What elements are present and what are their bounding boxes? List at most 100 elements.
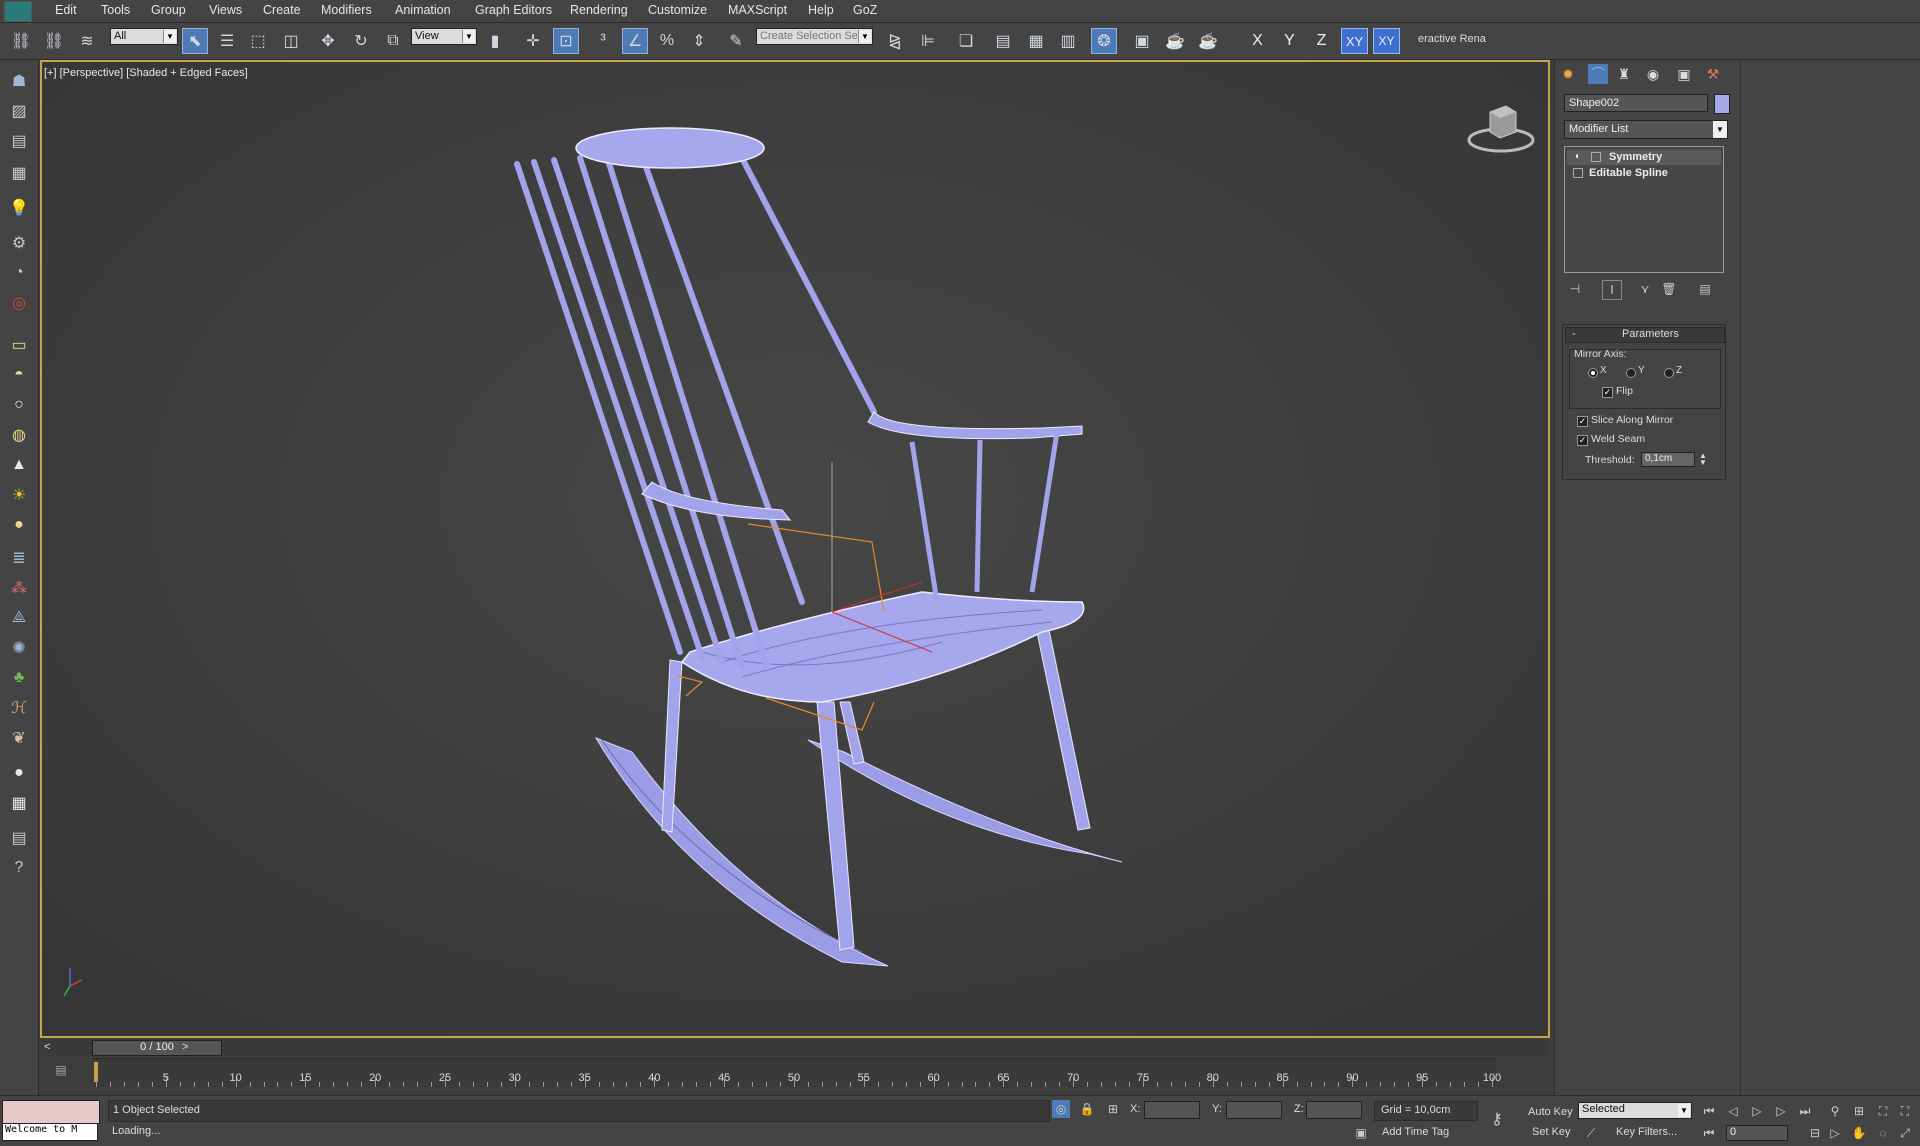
particles-icon[interactable]: ⁂ — [6, 575, 32, 601]
light-bulb-icon[interactable]: ◐ — [1575, 151, 1581, 162]
layer-manager-icon[interactable]: ❏ — [953, 28, 979, 54]
expand-toggle[interactable] — [1591, 152, 1601, 162]
go-to-start-icon[interactable]: ⏮ — [1700, 1102, 1718, 1120]
restrict-x-button[interactable]: X — [1244, 28, 1271, 54]
orbit-icon[interactable]: ◌ — [1874, 1124, 1892, 1142]
menu-customize[interactable]: Customize — [648, 3, 707, 17]
curve-editor-icon[interactable]: ▤ — [990, 28, 1016, 54]
set-key-icon[interactable]: ⟋ — [1582, 1124, 1600, 1142]
current-frame-field[interactable]: 0 — [1726, 1125, 1788, 1141]
menu-goz[interactable]: GoZ — [853, 3, 877, 17]
unlink-icon[interactable]: ⛓ — [41, 28, 67, 54]
rendered-frame-window-icon[interactable]: ▣ — [1129, 28, 1155, 54]
help-icon[interactable]: ? — [6, 855, 32, 881]
remove-modifier-icon[interactable]: 🗑 — [1660, 280, 1678, 298]
zoom-icon[interactable]: ⚲ — [1826, 1102, 1844, 1120]
scale-icon[interactable]: ⧉ — [380, 28, 406, 54]
link-icon[interactable]: ⛓ — [8, 28, 34, 54]
select-object-icon[interactable]: ⬉ — [182, 28, 208, 54]
previous-frame-icon[interactable]: ◁ — [1724, 1102, 1742, 1120]
menu-rendering[interactable]: Rendering — [570, 3, 628, 17]
threshold-input[interactable]: 0,1cm — [1641, 452, 1695, 467]
named-selection-sets-dropdown[interactable]: Create Selection Se ▼ — [756, 28, 873, 45]
pivot-center-icon[interactable]: ▮ — [482, 28, 508, 54]
light-bulb-icon[interactable]: 💡 — [6, 195, 32, 221]
time-slider-prev[interactable]: < — [44, 1041, 50, 1053]
pin-stack-icon[interactable]: ⊣ — [1566, 280, 1584, 298]
chair-model[interactable] — [42, 62, 1548, 1036]
helper-icon[interactable]: ◔ — [6, 260, 32, 286]
sun-icon[interactable]: ☀ — [6, 482, 32, 508]
edit-named-selection-icon[interactable]: ✎ — [723, 28, 749, 54]
selection-filter-dropdown[interactable]: All ▼ — [110, 28, 178, 45]
configure-modifier-sets-icon[interactable]: ▤ — [1696, 280, 1714, 298]
zoom-extents-icon[interactable]: ⛶ — [1874, 1102, 1892, 1120]
bones-icon[interactable]: ⟁ — [6, 605, 32, 631]
zoom-all-icon[interactable]: ⊞ — [1850, 1102, 1868, 1120]
slice-along-mirror-checkbox[interactable]: ✓ — [1577, 416, 1588, 427]
angle-snap-icon[interactable]: ∠ — [622, 28, 648, 54]
y-coordinate-field[interactable] — [1226, 1101, 1282, 1119]
menu-animation[interactable]: Animation — [395, 3, 451, 17]
key-mode-toggle-icon[interactable]: ⏮ — [1700, 1124, 1718, 1142]
key-filters-button[interactable]: Key Filters... — [1616, 1126, 1677, 1138]
modify-tab-icon[interactable]: ⌒ — [1588, 64, 1608, 84]
snaps-toggle-icon[interactable]: ³ — [590, 28, 616, 54]
select-by-name-icon[interactable]: ☰ — [214, 28, 240, 54]
rectangular-selection-icon[interactable]: ⬚ — [245, 28, 271, 54]
menu-help[interactable]: Help — [808, 3, 834, 17]
menu-edit[interactable]: Edit — [55, 3, 77, 17]
reference-coordinate-dropdown[interactable]: View ▼ — [411, 28, 477, 45]
foliage-icon[interactable]: ♣ — [6, 665, 32, 691]
restrict-y-button[interactable]: Y — [1276, 28, 1303, 54]
mirror-icon[interactable]: ⧎ — [882, 28, 908, 54]
gear-icon[interactable]: ✺ — [6, 635, 32, 661]
cylinder-icon[interactable]: ◍ — [6, 422, 32, 448]
hemisphere-icon[interactable]: ◓ — [6, 362, 32, 388]
menu-graph-editors[interactable]: Graph Editors — [475, 3, 552, 17]
pan-icon[interactable]: ✋ — [1850, 1124, 1868, 1142]
play-icon[interactable]: ▷ — [1748, 1102, 1766, 1120]
percent-snap-icon[interactable]: % — [654, 28, 680, 54]
z-coordinate-field[interactable] — [1306, 1101, 1362, 1119]
track-bar[interactable]: 5 10 15 20 25 30 35 40 45 50 55 60 65 70 75 80 85 90 95 100 — [92, 1058, 1501, 1087]
application-button[interactable] — [4, 1, 32, 22]
make-unique-icon[interactable]: ⋎ — [1636, 280, 1654, 298]
table-icon[interactable]: ▦ — [6, 160, 32, 186]
perspective-viewport[interactable] — [40, 60, 1550, 1038]
expand-toggle[interactable] — [1573, 168, 1583, 178]
viewport-label[interactable]: [+] [Perspective] [Shaded + Edged Faces] — [44, 67, 248, 79]
auto-key-button[interactable]: Auto Key — [1528, 1106, 1573, 1118]
sky-icon[interactable]: ● — [6, 512, 32, 538]
interactive-render-label[interactable]: eractive Rena — [1418, 33, 1486, 45]
rotate-icon[interactable]: ↻ — [348, 28, 374, 54]
schematic-view-icon[interactable]: ▦ — [1023, 28, 1049, 54]
move-icon[interactable]: ✥ — [315, 28, 341, 54]
render-icon[interactable]: ◎ — [6, 290, 32, 316]
object-color-swatch[interactable] — [1714, 94, 1730, 114]
utilities-tab-icon[interactable]: ⚒ — [1703, 64, 1723, 84]
show-end-result-icon[interactable]: Ⅰ — [1602, 280, 1622, 300]
radio-z[interactable] — [1664, 368, 1674, 378]
hierarchy-tab-icon[interactable]: ♜ — [1614, 64, 1634, 84]
zoom-extents-all-icon[interactable]: ⛶ — [1896, 1102, 1914, 1120]
add-time-tag-label[interactable]: Add Time Tag — [1382, 1126, 1449, 1138]
render-iterative-icon[interactable]: ☕ — [1195, 28, 1221, 54]
key-mode-dropdown[interactable]: Selected ▼ — [1578, 1102, 1692, 1119]
spinner-snap-icon[interactable]: ⇕ — [686, 28, 712, 54]
align-icon[interactable]: ⊫ — [915, 28, 941, 54]
radio-y[interactable] — [1626, 368, 1636, 378]
go-to-end-icon[interactable]: ⏭ — [1796, 1102, 1814, 1120]
menu-modifiers[interactable]: Modifiers — [321, 3, 372, 17]
cone-icon[interactable]: ▲ — [6, 452, 32, 478]
field-of-view-icon[interactable]: ▷ — [1826, 1124, 1844, 1142]
motion-tab-icon[interactable]: ◉ — [1643, 64, 1663, 84]
time-slider-next[interactable]: > — [182, 1041, 188, 1053]
sphere-icon[interactable]: ○ — [6, 392, 32, 418]
threshold-spinner[interactable]: ▲ ▼ — [1699, 452, 1707, 467]
material-grid-icon[interactable]: ▦ — [6, 790, 32, 816]
material-sphere-icon[interactable]: ● — [6, 760, 32, 786]
tools-icon[interactable]: ⚙ — [6, 230, 32, 256]
viewcube[interactable] — [1466, 98, 1536, 158]
keyboard-shortcut-override-icon[interactable]: ⊡ — [553, 28, 579, 54]
